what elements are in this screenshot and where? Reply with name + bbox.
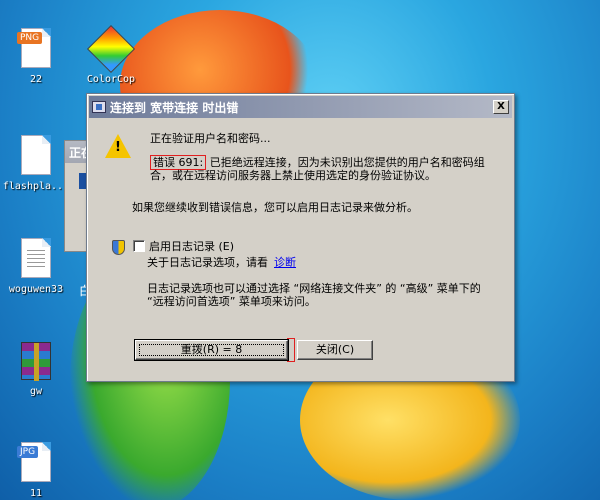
desktop-icon-22[interactable]: PNG 22 [0, 28, 72, 85]
logging-options-text: 关于日志记录选项，请看 诊断 [147, 256, 296, 269]
desktop-icon-woguwen33[interactable]: woguwen33 [0, 238, 72, 295]
desktop-icon-label: ColorCop [86, 74, 136, 85]
desktop-icon-label: gw [29, 386, 43, 397]
error-message: 错误 691: 已拒绝远程连接，因为未识别出您提供的用户名和密码组合，或在远程访… [150, 155, 490, 182]
highlight-outline [287, 338, 295, 362]
desktop-icon-11[interactable]: JPG 11 [0, 442, 72, 499]
enable-logging-label[interactable]: 启用日志记录 (E) [149, 240, 234, 253]
diagnose-link[interactable]: 诊断 [274, 256, 296, 269]
desktop-icon-label: flashpla... [2, 181, 70, 192]
png-file-icon: PNG [17, 28, 55, 70]
error-code: 错误 691: [150, 155, 207, 170]
text-file-icon [17, 238, 55, 280]
text-file-icon [17, 135, 55, 177]
desktop-icon-flashpla[interactable]: flashpla... [0, 135, 72, 192]
desktop-icon-gw[interactable]: gw [0, 340, 72, 397]
focus-rectangle [139, 344, 284, 356]
logging-info-text: 日志记录选项也可以通过选择 “网络连接文件夹” 的 “高级” 菜单下的 “远程访… [147, 282, 481, 308]
jpg-file-icon: JPG [17, 442, 55, 484]
close-icon[interactable]: X [493, 100, 509, 114]
dialog-titlebar[interactable]: 连接到 宽带连接 时出错 X [89, 96, 512, 118]
colorcop-icon [86, 24, 136, 74]
redial-button[interactable]: 重拨(R) = 8 [134, 339, 289, 361]
desktop-icon-colorcop[interactable]: ColorCop [75, 24, 147, 85]
uac-shield-icon [112, 240, 125, 255]
logging-options-prefix: 关于日志记录选项，请看 [147, 256, 268, 269]
connection-error-dialog: 连接到 宽带连接 时出错 X ! 正在验证用户名和密码... 错误 691: 已… [86, 93, 515, 382]
dialog-title: 连接到 宽带连接 时出错 [110, 100, 239, 115]
winrar-archive-icon [17, 340, 55, 382]
desktop-icon-label: 11 [29, 488, 43, 499]
logging-hint-text: 如果您继续收到错误信息，您可以启用日志记录来做分析。 [132, 201, 418, 214]
desktop-icon-label: 22 [29, 74, 43, 85]
desktop-icon-label: woguwen33 [8, 284, 64, 295]
close-button[interactable]: 关闭(C) [297, 340, 373, 360]
enable-logging-checkbox[interactable] [133, 240, 145, 252]
warning-exclamation: ! [115, 140, 121, 155]
verify-status-text: 正在验证用户名和密码... [150, 132, 271, 145]
network-connection-icon [92, 101, 106, 113]
